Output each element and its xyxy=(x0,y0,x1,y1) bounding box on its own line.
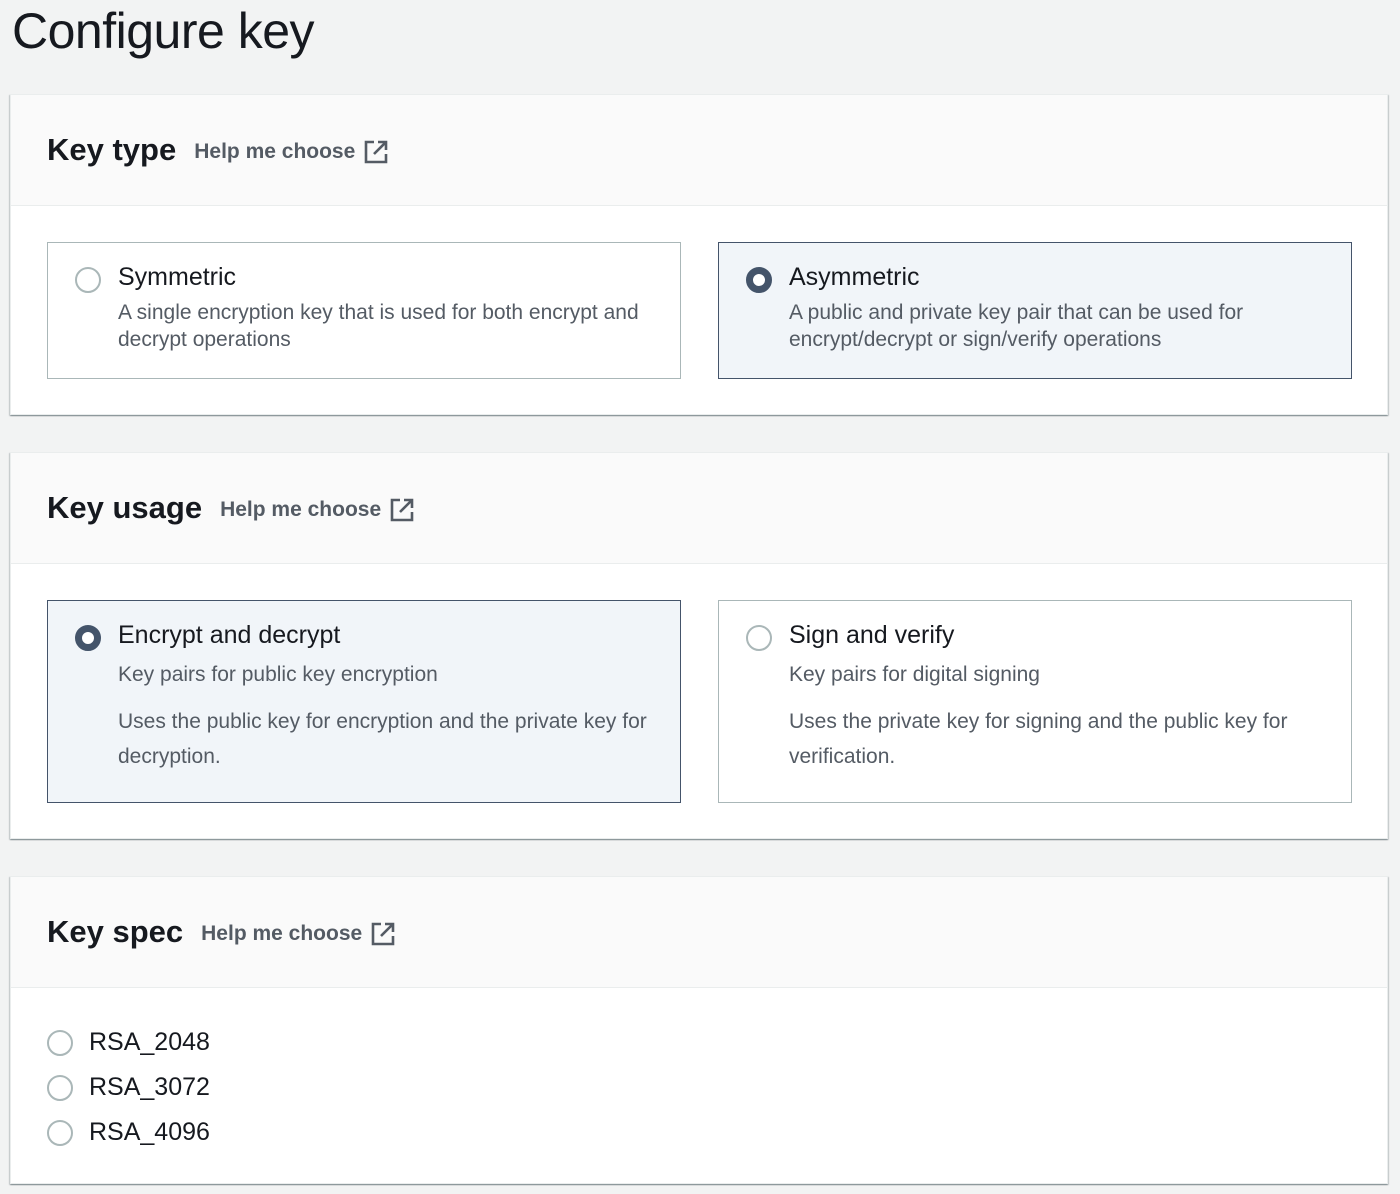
option-description: A single encryption key that is used for… xyxy=(118,301,639,351)
key-spec-title: Key spec xyxy=(47,914,184,949)
option-label: RSA_2048 xyxy=(89,1028,210,1056)
option-title: Symmetric xyxy=(118,263,237,291)
option-subtitle: Key pairs for digital signing xyxy=(789,663,1040,686)
option-label: RSA_4096 xyxy=(89,1118,210,1146)
key-usage-panel: Key usage Help me choose Encrypt and dec… xyxy=(10,452,1388,839)
option-subtitle: Key pairs for public key encryption xyxy=(118,663,438,686)
external-link-icon xyxy=(371,922,395,946)
page-title: Configure key xyxy=(12,3,315,59)
option-description: A public and private key pair that can b… xyxy=(789,301,1244,351)
external-link-icon xyxy=(390,498,414,522)
key-type-header: Key type Help me choose xyxy=(11,95,1387,206)
external-link-icon xyxy=(364,140,388,164)
key-spec-header: Key spec Help me choose xyxy=(11,877,1387,988)
key-usage-option-encrypt-decrypt[interactable]: Encrypt and decrypt Key pairs for public… xyxy=(47,600,681,803)
radio-button[interactable] xyxy=(75,267,101,293)
key-type-panel: Key type Help me choose Symmetric A sing… xyxy=(10,94,1388,415)
key-type-title: Key type xyxy=(47,132,177,167)
radio-button[interactable] xyxy=(47,1074,73,1101)
option-title: Sign and verify xyxy=(789,621,955,649)
key-type-help-link[interactable]: Help me choose xyxy=(194,135,389,165)
radio-button[interactable] xyxy=(746,625,772,651)
radio-button-checked[interactable] xyxy=(746,267,772,293)
option-description: Uses the private key for signing and the… xyxy=(789,710,1288,768)
option-title: Asymmetric xyxy=(789,263,920,291)
key-spec-option-rsa-2048[interactable]: RSA_2048 xyxy=(47,1028,210,1057)
key-spec-help-link[interactable]: Help me choose xyxy=(201,917,396,947)
help-link-label: Help me choose xyxy=(201,922,363,945)
radio-button[interactable] xyxy=(47,1029,73,1056)
radio-button-checked[interactable] xyxy=(75,625,101,651)
option-label: RSA_3072 xyxy=(89,1073,210,1101)
option-title: Encrypt and decrypt xyxy=(118,621,341,649)
key-usage-header: Key usage Help me choose xyxy=(11,453,1387,564)
key-spec-panel: Key spec Help me choose RSA_2048 RSA_307… xyxy=(10,876,1388,1184)
help-link-label: Help me choose xyxy=(194,140,356,163)
key-type-option-symmetric[interactable]: Symmetric A single encryption key that i… xyxy=(47,242,681,379)
key-usage-help-link[interactable]: Help me choose xyxy=(220,493,415,523)
key-spec-option-rsa-3072[interactable]: RSA_3072 xyxy=(47,1073,210,1102)
key-spec-option-rsa-4096[interactable]: RSA_4096 xyxy=(47,1118,210,1147)
radio-button[interactable] xyxy=(47,1119,73,1146)
option-description: Uses the public key for encryption and t… xyxy=(118,710,647,768)
key-type-option-asymmetric[interactable]: Asymmetric A public and private key pair… xyxy=(718,242,1352,379)
key-usage-title: Key usage xyxy=(47,490,203,525)
help-link-label: Help me choose xyxy=(220,498,382,521)
key-usage-option-sign-verify[interactable]: Sign and verify Key pairs for digital si… xyxy=(718,600,1352,803)
